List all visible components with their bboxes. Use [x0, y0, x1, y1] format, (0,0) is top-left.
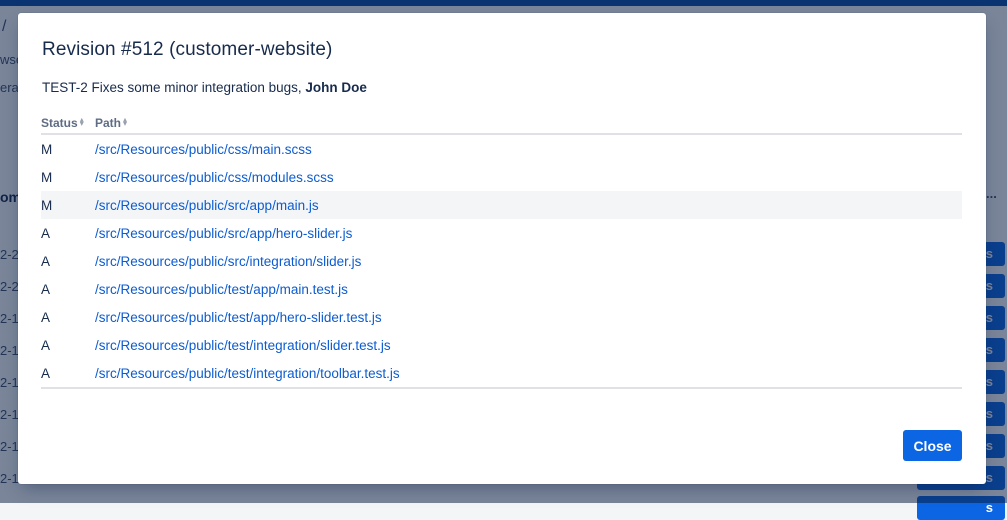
commit-message: TEST-2 Fixes some minor integration bugs…: [42, 80, 302, 95]
sort-icon: ▴ ▾: [123, 115, 128, 128]
column-header-label: Status: [41, 116, 78, 130]
file-status: M: [41, 191, 95, 219]
table-row: A /src/Resources/public/src/app/hero-sli…: [41, 219, 962, 247]
file-path-link[interactable]: /src/Resources/public/css/main.scss: [95, 142, 312, 157]
file-status: A: [41, 337, 51, 353]
file-path-link[interactable]: /src/Resources/public/test/integration/s…: [95, 338, 391, 353]
table-row: M /src/Resources/public/css/modules.scss: [41, 163, 962, 191]
table-row: M /src/Resources/public/css/main.scss: [41, 134, 962, 163]
path-column-header[interactable]: Path ▴ ▾: [95, 113, 962, 135]
table-row: A /src/Resources/public/test/integration…: [41, 359, 962, 389]
commit-summary: TEST-2 Fixes some minor integration bugs…: [42, 80, 367, 95]
status-column-header[interactable]: Status ▴ ▾: [41, 113, 95, 135]
file-path-link[interactable]: /src/Resources/public/src/integration/sl…: [95, 254, 361, 269]
file-path-link[interactable]: /src/Resources/public/css/modules.scss: [95, 170, 334, 185]
table-header-row: Status ▴ ▾ Path ▴ ▾: [41, 113, 962, 135]
file-status: A: [41, 253, 51, 269]
file-path-link[interactable]: /src/Resources/public/src/app/hero-slide…: [95, 226, 352, 241]
file-status: A: [41, 309, 51, 325]
revision-dialog: Revision #512 (customer-website) TEST-2 …: [18, 13, 986, 484]
commit-author: John Doe: [305, 80, 367, 95]
dialog-title: Revision #512 (customer-website): [42, 39, 333, 60]
file-path-link[interactable]: /src/Resources/public/test/integration/t…: [95, 366, 400, 381]
sort-icon: ▴ ▾: [79, 115, 84, 128]
table-row: M /src/Resources/public/src/app/main.js: [41, 191, 962, 219]
file-path-link[interactable]: /src/Resources/public/test/app/hero-slid…: [95, 310, 382, 325]
file-status: M: [41, 141, 53, 157]
file-path-link[interactable]: /src/Resources/public/test/app/main.test…: [95, 282, 348, 297]
table-row: A /src/Resources/public/test/integration…: [41, 331, 962, 359]
file-status: A: [41, 225, 51, 241]
close-button[interactable]: Close: [903, 430, 962, 461]
file-status: A: [41, 281, 51, 297]
table-row: A /src/Resources/public/test/app/hero-sl…: [41, 303, 962, 331]
file-status: A: [41, 359, 95, 389]
table-row: A /src/Resources/public/test/app/main.te…: [41, 275, 962, 303]
changed-files-table: Status ▴ ▾ Path ▴ ▾ M /src/Resources/public/…: [41, 113, 962, 389]
file-path-link[interactable]: /src/Resources/public/src/app/main.js: [95, 198, 319, 213]
table-row: A /src/Resources/public/src/integration/…: [41, 247, 962, 275]
file-status: M: [41, 169, 53, 185]
column-header-label: Path: [95, 116, 122, 130]
